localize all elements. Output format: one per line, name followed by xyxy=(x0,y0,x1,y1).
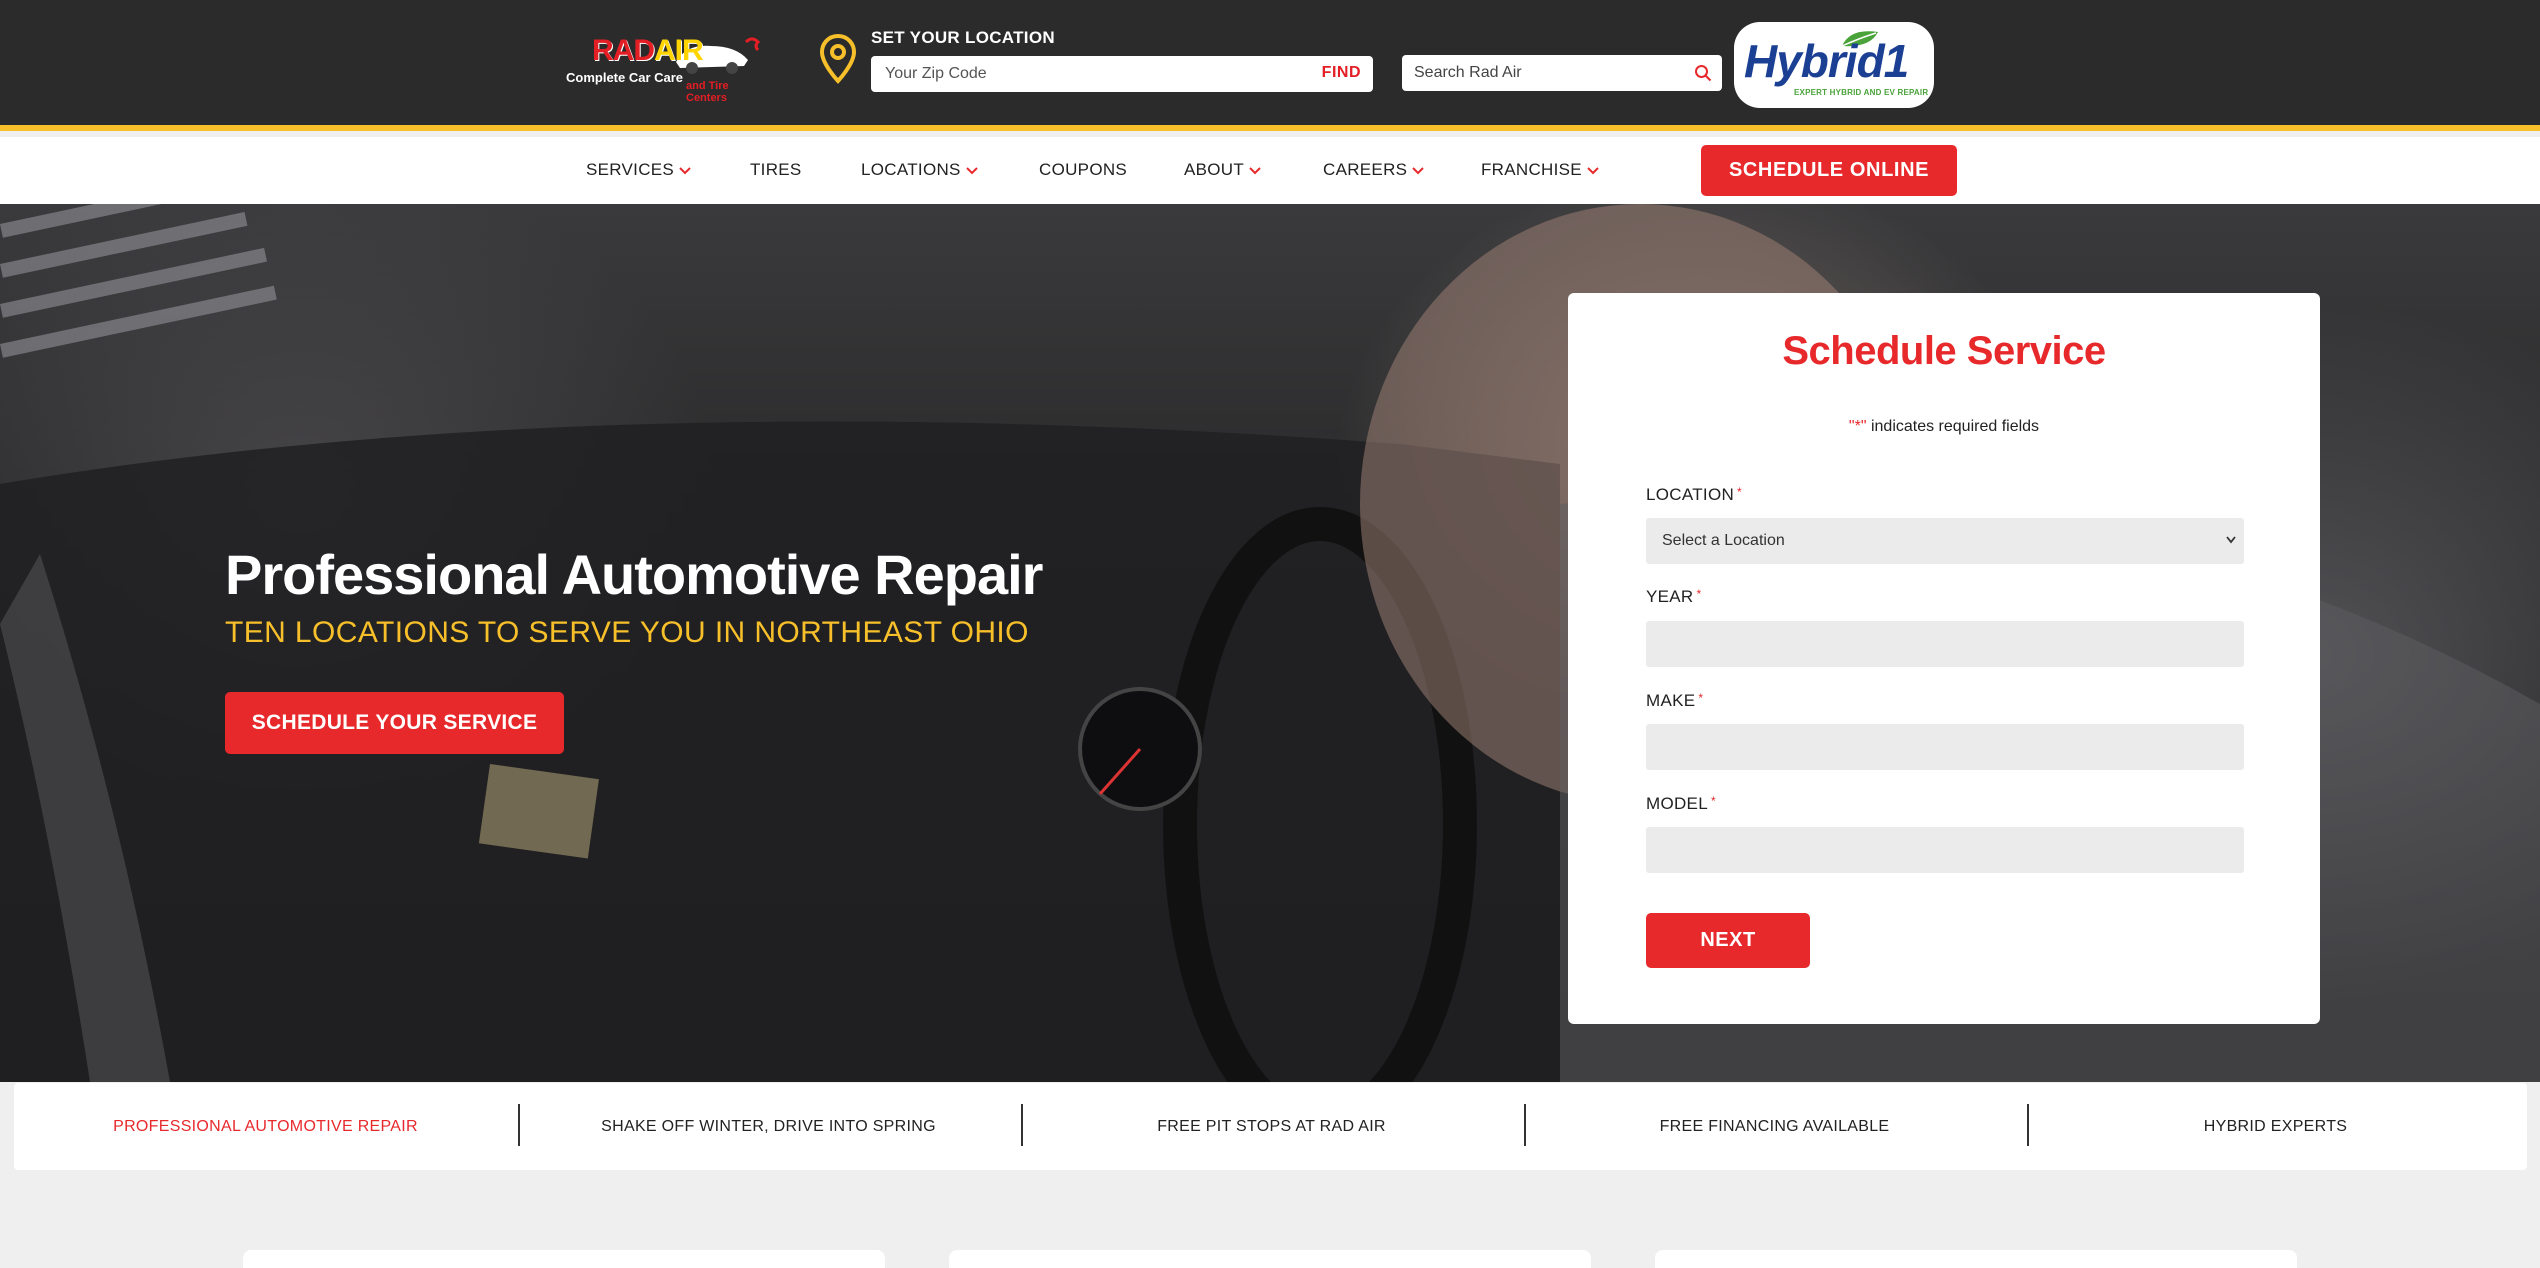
zip-search-box: FIND xyxy=(871,56,1373,92)
set-location-label: SET YOUR LOCATION xyxy=(871,28,1055,47)
nav-item-label: ABOUT xyxy=(1184,160,1245,179)
hybrid1-title: Hybrid1 xyxy=(1744,35,1909,87)
year-label: YEAR * xyxy=(1646,587,1702,606)
nav-item-label: LOCATIONS xyxy=(861,160,961,179)
logo-tagline-2: and Tire Centers xyxy=(686,80,729,104)
nav-item-label: SERVICES xyxy=(586,160,675,179)
map-pin-icon xyxy=(819,33,857,84)
ticker-item[interactable]: HYBRID EXPERTS xyxy=(2024,1083,2527,1170)
nav-item-services[interactable]: SERVICES xyxy=(586,160,692,180)
ticker-item[interactable]: FREE PIT STOPS AT RAD AIR xyxy=(1020,1083,1523,1170)
search-icon[interactable] xyxy=(1694,64,1712,82)
location-select-value: Select a Location xyxy=(1662,532,1785,549)
chevron-down-icon xyxy=(679,166,691,174)
chevron-down-icon xyxy=(1249,166,1261,174)
logo-tagline: Complete Car Care xyxy=(566,70,684,85)
schedule-online-button[interactable]: SCHEDULE ONLINE xyxy=(1701,145,1957,196)
model-label: MODEL * xyxy=(1646,794,1716,813)
hybrid1-logo[interactable]: Hybrid1 EXPERT HYBRID AND EV REPAIR xyxy=(1734,22,1934,108)
make-label: MAKE * xyxy=(1646,691,1704,710)
location-label: LOCATION * xyxy=(1646,485,1743,504)
main-nav: SERVICES TIRES LOCATIONS COUPONS ABOUT C… xyxy=(0,137,2540,204)
ticker-item[interactable]: FREE FINANCING AVAILABLE xyxy=(1523,1083,2026,1170)
feature-ticker: PROFESSIONAL AUTOMOTIVE REPAIR SHAKE OFF… xyxy=(14,1083,2527,1170)
chevron-down-icon xyxy=(1587,166,1599,174)
top-bar: RADAIR Complete Car Care and Tire Center… xyxy=(0,0,2540,131)
model-input[interactable] xyxy=(1646,827,2244,873)
nav-item-coupons[interactable]: COUPONS xyxy=(1039,160,1127,180)
nav-item-label: CAREERS xyxy=(1323,160,1408,179)
promo-card[interactable] xyxy=(1655,1250,2297,1268)
hero-subtitle: TEN LOCATIONS TO SERVE YOU IN NORTHEAST … xyxy=(225,616,1029,649)
ticker-item[interactable]: SHAKE OFF WINTER, DRIVE INTO SPRING xyxy=(517,1083,1020,1170)
hero-title: Professional Automotive Repair xyxy=(225,543,1043,606)
ticker-item[interactable]: PROFESSIONAL AUTOMOTIVE REPAIR xyxy=(14,1083,517,1170)
required-fields-note: "*" indicates required fields xyxy=(1848,418,2040,435)
chevron-down-icon xyxy=(965,166,978,174)
find-button[interactable]: FIND xyxy=(1322,64,1361,82)
rad-air-logo[interactable]: RADAIR Complete Car Care and Tire Center… xyxy=(566,30,770,104)
site-search-input[interactable] xyxy=(1402,55,1682,91)
make-input[interactable] xyxy=(1646,724,2244,770)
form-title: Schedule Service xyxy=(1782,329,2106,373)
nav-item-franchise[interactable]: FRANCHISE xyxy=(1481,160,1600,180)
chevron-down-icon xyxy=(1412,166,1425,174)
year-input[interactable] xyxy=(1646,621,2244,667)
site-search-box xyxy=(1402,55,1722,91)
hybrid1-subtitle: EXPERT HYBRID AND EV REPAIR xyxy=(1794,88,1929,97)
next-button[interactable]: NEXT xyxy=(1646,913,1810,968)
nav-item-label: FRANCHISE xyxy=(1481,160,1582,179)
logo-text: RADAIR xyxy=(592,34,704,67)
nav-item-careers[interactable]: CAREERS xyxy=(1323,160,1425,180)
nav-item-tires[interactable]: TIRES xyxy=(750,160,802,180)
nav-item-locations[interactable]: LOCATIONS xyxy=(861,160,979,180)
zip-code-input[interactable] xyxy=(871,56,1291,92)
location-select[interactable]: Select a Location xyxy=(1646,518,2244,564)
schedule-service-form: Schedule Service "*" indicates required … xyxy=(1568,293,2320,1024)
chevron-down-icon xyxy=(2226,536,2236,544)
nav-item-about[interactable]: ABOUT xyxy=(1184,160,1262,180)
promo-card[interactable] xyxy=(949,1250,1591,1268)
promo-card[interactable] xyxy=(243,1250,885,1268)
nav-item-label: TIRES xyxy=(750,160,802,179)
nav-item-label: COUPONS xyxy=(1039,160,1128,179)
schedule-your-service-button[interactable]: SCHEDULE YOUR SERVICE xyxy=(225,692,564,754)
